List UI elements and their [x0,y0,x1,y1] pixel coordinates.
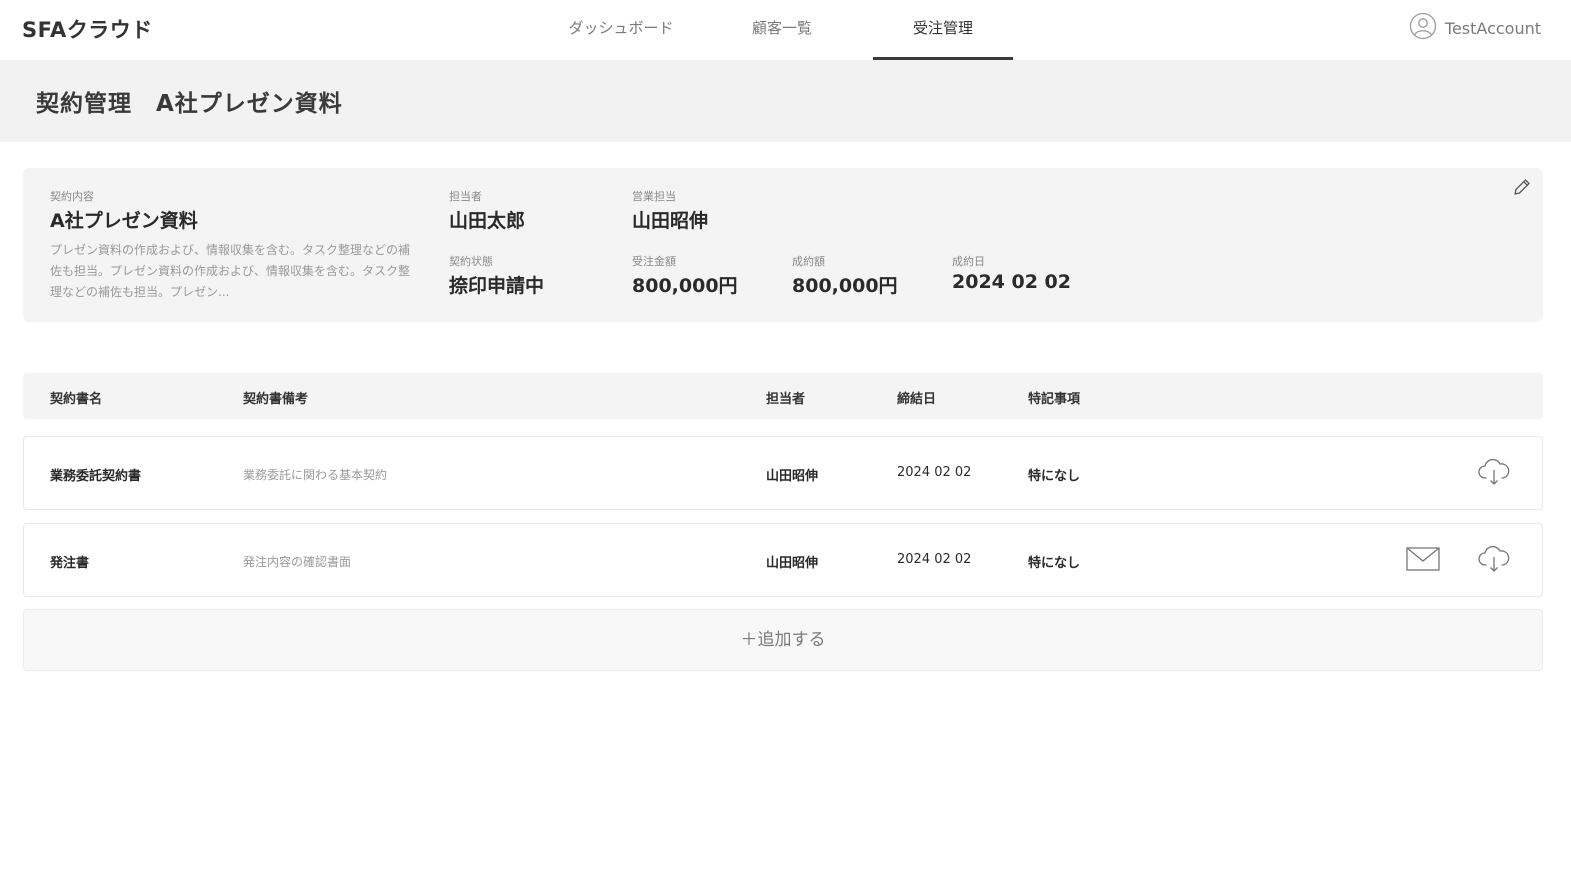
doc-note: 発注内容の確認書面 [243,555,352,569]
tab-dashboard[interactable]: ダッシュボード [551,0,691,60]
cloud-download-icon [1477,457,1511,491]
doc-name: 発注書 [50,556,90,571]
status-label: 契約状態 [449,255,493,268]
tab-order-management[interactable]: 受注管理 [873,0,1013,60]
top-header: SFAクラウド ダッシュボード 顧客一覧 受注管理 TestAccount [0,0,1571,60]
edit-button[interactable] [1509,176,1535,202]
page-title: 契約管理 A社プレゼン資料 [36,91,343,117]
pencil-icon [1511,176,1533,202]
doc-name: 業務委託契約書 [50,469,142,484]
sales-label: 営業担当 [632,190,676,203]
person-label: 担当者 [449,190,482,203]
app-logo[interactable]: SFAクラウド [22,14,153,44]
col-remarks: 特記事項 [1028,392,1081,407]
contract-date-label: 成約日 [952,255,985,268]
add-document-button[interactable]: ＋追加する [23,609,1543,671]
doc-remarks: 特になし [1028,556,1081,571]
doc-remarks: 特になし [1028,469,1081,484]
doc-date: 2024 02 02 [897,552,972,567]
contract-date-value: 2024 02 02 [952,271,1071,293]
table-header: 契約書名 契約書備考 担当者 締結日 特記事項 [23,373,1543,419]
content-description: プレゼン資料の作成および、情報収集を含む。タスク整理などの補佐も担当。プレゼン資… [50,243,411,299]
col-signed-date: 締結日 [897,392,937,407]
account-name: TestAccount [1444,18,1541,38]
cloud-download-icon [1477,544,1511,578]
doc-date: 2024 02 02 [897,465,972,480]
send-mail-button[interactable] [1404,542,1442,580]
contract-amount-value: 800,000円 [792,275,898,297]
doc-person: 山田昭伸 [766,556,819,571]
doc-person: 山田昭伸 [766,469,819,484]
title-bar: 契約管理 A社プレゼン資料 [0,60,1571,142]
order-amount-label: 受注金額 [632,255,676,268]
content-title: A社プレゼン資料 [50,210,198,232]
col-doc-note: 契約書備考 [243,392,309,407]
person-value: 山田太郎 [449,210,526,232]
col-person: 担当者 [766,392,806,407]
col-doc-name: 契約書名 [50,392,103,407]
order-amount-value: 800,000円 [632,275,738,297]
contract-amount-label: 成約額 [792,255,825,268]
status-value: 捺印申請中 [449,275,545,297]
table-row[interactable]: 発注書 発注内容の確認書面 山田昭伸 2024 02 02 特になし [23,523,1543,597]
mail-icon [1405,545,1441,577]
sales-value: 山田昭伸 [632,210,709,232]
tab-customer-list[interactable]: 顧客一覧 [712,0,852,60]
content-label: 契約内容 [50,190,94,203]
contract-summary-card: 契約内容 A社プレゼン資料 プレゼン資料の作成および、情報収集を含む。タスク整理… [23,168,1543,322]
table-row[interactable]: 業務委託契約書 業務委託に関わる基本契約 山田昭伸 2024 02 02 特にな… [23,436,1543,510]
user-circle-icon [1409,12,1437,44]
account-menu[interactable]: TestAccount [1409,12,1541,44]
download-button[interactable] [1475,542,1513,580]
download-button[interactable] [1475,455,1513,493]
doc-note: 業務委託に関わる基本契約 [243,468,388,482]
